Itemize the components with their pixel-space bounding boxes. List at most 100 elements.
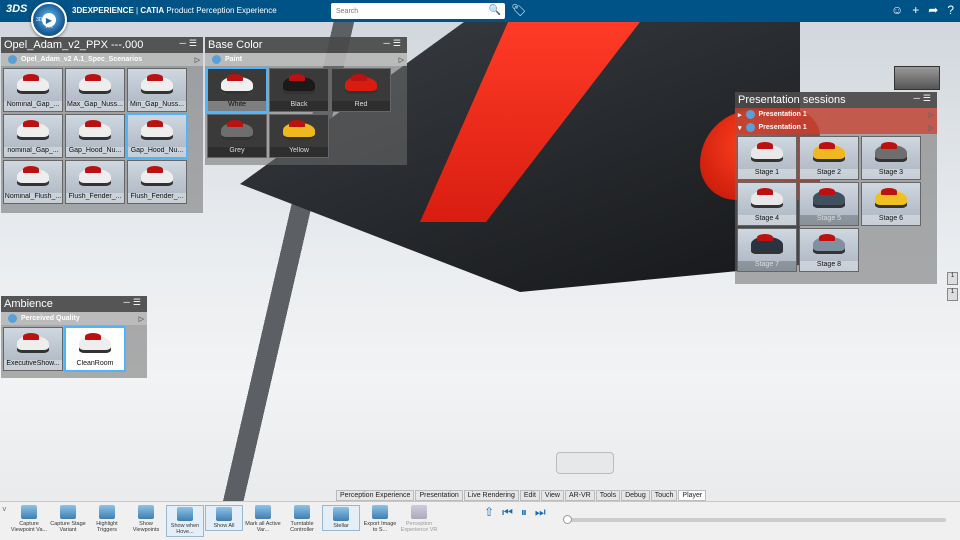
tab-player[interactable]: Player [678, 490, 707, 501]
tag-icon[interactable]: 🏷 [511, 3, 526, 17]
ds-logo-icon[interactable]: 3DS [6, 3, 27, 19]
tab-ar-vr[interactable]: AR-VR [564, 490, 595, 501]
scenario-label: Max_Gap_Nuss... [66, 101, 124, 111]
session-row[interactable]: ▸ Presentation 1 ▷ [735, 108, 937, 121]
expand-arrow-icon[interactable]: ▷ [399, 56, 404, 64]
panel-title: Presentation sessions [738, 94, 846, 106]
view-cube[interactable] [894, 66, 940, 90]
session-row[interactable]: ▾ Presentation 1 ▷ [735, 121, 937, 134]
show-all-button[interactable]: Show All [205, 505, 243, 531]
toolbar-menu-icon[interactable]: ˅ [0, 505, 10, 514]
previous-icon[interactable]: ⏮ [502, 505, 513, 520]
color-thumb[interactable]: Yellow [269, 114, 329, 158]
door-handle [556, 452, 614, 474]
search-icon[interactable]: 🔍 [489, 5, 501, 16]
export-image-button[interactable]: Export Image to S... [361, 505, 399, 533]
base-color-header[interactable]: Base Color ─☰ [205, 37, 407, 53]
stage-thumb[interactable]: Stage 4 [737, 182, 797, 226]
base-color-subheader[interactable]: Paint ▷ [205, 53, 407, 66]
stage-thumb[interactable]: Stage 7 [737, 228, 797, 272]
color-thumb[interactable]: White [207, 68, 267, 112]
side-button[interactable]: 1 [947, 272, 958, 285]
scenario-thumb[interactable]: nominal_Gap_... [3, 114, 63, 158]
panel-controls-icon[interactable]: ─☰ [914, 93, 934, 104]
show-when-hover-button[interactable]: Show when Hove... [166, 505, 204, 537]
ambience-header[interactable]: Ambience ─☰ [1, 296, 147, 312]
tool-label: Capture Viewpoint Va... [10, 521, 48, 533]
upload-icon[interactable]: ⇧ [484, 505, 494, 520]
panel-controls-icon[interactable]: ─☰ [124, 297, 144, 308]
stage-thumb[interactable]: Stage 5 [799, 182, 859, 226]
tab-tools[interactable]: Tools [595, 490, 621, 501]
sessions-header[interactable]: Presentation sessions ─☰ [735, 92, 937, 108]
panel-controls-icon[interactable]: ─☰ [384, 38, 404, 49]
expand-arrow-icon[interactable]: ▾ [738, 124, 742, 132]
product-label: Product Perception Experience [166, 6, 277, 15]
pause-icon[interactable]: ⏸ [521, 505, 527, 520]
stellar-button[interactable]: Stellar [322, 505, 360, 531]
scenario-thumb[interactable]: Nominal_Gap_... [3, 68, 63, 112]
tab-perception-experience[interactable]: Perception Experience [336, 490, 415, 501]
ambience-subheader[interactable]: Perceived Quality ▷ [1, 312, 147, 325]
scenario-label: Gap_Hood_Nu... [66, 147, 124, 157]
vr-icon [411, 505, 427, 519]
mark-variants-button[interactable]: Mark all Active Var... [244, 505, 282, 533]
hand-icon [99, 505, 115, 519]
compass-icon[interactable]: 3D ▶ V.R [31, 2, 67, 38]
tab-touch[interactable]: Touch [650, 490, 678, 501]
scenarios-panel-subheader[interactable]: Opel_Adam_v2 A.1_Spec_Scenarios ▷ [1, 53, 203, 66]
search-placeholder: Search [336, 7, 359, 15]
scenario-thumb[interactable]: Gap_Hood_Nu... [65, 114, 125, 158]
tab-view[interactable]: View [540, 490, 564, 501]
stage-grid: Stage 1 Stage 2 Stage 3 Stage 4 Stage 5 … [735, 134, 937, 274]
stage-thumb[interactable]: Stage 6 [861, 182, 921, 226]
show-viewpoints-button[interactable]: Show Viewpoints [127, 505, 165, 533]
timeline-slider[interactable] [563, 515, 946, 524]
slider-knob[interactable] [563, 515, 572, 524]
expand-arrow-icon[interactable]: ▷ [929, 111, 934, 119]
scenario-label: nominal_Gap_... [4, 147, 62, 157]
side-button[interactable]: 1 [947, 288, 958, 301]
stage-thumb[interactable]: Stage 3 [861, 136, 921, 180]
next-icon[interactable]: ⏭ [535, 505, 546, 520]
capture-stage-button[interactable]: Capture Stage Variant [49, 505, 87, 533]
help-icon[interactable]: ? [947, 3, 954, 17]
tab-live-rendering[interactable]: Live Rendering [463, 490, 519, 501]
ribbon-tabs: Perception Experience Presentation Live … [336, 490, 707, 501]
scenario-thumb[interactable]: Gap_Hood_Nu... [127, 114, 187, 158]
color-thumb[interactable]: Grey [207, 114, 267, 158]
scenario-thumb[interactable]: Flush_Fender_... [127, 160, 187, 204]
search-input[interactable]: Search 🔍 [331, 3, 505, 19]
stage-thumb[interactable]: Stage 1 [737, 136, 797, 180]
tab-debug[interactable]: Debug [621, 490, 650, 501]
stage-thumb[interactable]: Stage 2 [799, 136, 859, 180]
scenario-thumb[interactable]: Max_Gap_Nuss... [65, 68, 125, 112]
scenarios-panel: Opel_Adam_v2_PPX ---.000 ─☰ Opel_Adam_v2… [1, 37, 203, 213]
tab-edit[interactable]: Edit [519, 490, 540, 501]
ambience-thumb[interactable]: ExecutiveShow... [3, 327, 63, 371]
scenario-label: Nominal_Gap_... [4, 101, 62, 111]
perception-vr-button[interactable]: Perception Experience VR [400, 505, 438, 533]
capture-viewpoint-button[interactable]: Capture Viewpoint Va... [10, 505, 48, 533]
collapse-arrow-icon[interactable]: ▸ [738, 111, 742, 119]
ambience-grid: ExecutiveShow... CleanRoom [1, 325, 147, 373]
ambience-thumb[interactable]: CleanRoom [65, 327, 125, 371]
turntable-button[interactable]: Turntable Controller [283, 505, 321, 533]
scenarios-panel-header[interactable]: Opel_Adam_v2_PPX ---.000 ─☰ [1, 37, 203, 53]
stage-thumb[interactable]: Stage 8 [799, 228, 859, 272]
scenario-thumb[interactable]: Nominal_Flush_... [3, 160, 63, 204]
highlight-triggers-button[interactable]: Highlight Triggers [88, 505, 126, 533]
panel-controls-icon[interactable]: ─☰ [180, 38, 200, 49]
color-thumb[interactable]: Red [331, 68, 391, 112]
user-icon[interactable]: ☺ [891, 3, 903, 17]
tab-presentation[interactable]: Presentation [415, 490, 463, 501]
scenario-thumb[interactable]: Min_Gap_Nuss... [127, 68, 187, 112]
expand-arrow-icon[interactable]: ▷ [929, 124, 934, 132]
player-controls: ⇧ ⏮ ⏸ ⏭ [484, 505, 546, 520]
share-icon[interactable]: ➦ [928, 3, 938, 17]
color-thumb[interactable]: Black [269, 68, 329, 112]
scenario-thumb[interactable]: Flush_Fender_... [65, 160, 125, 204]
expand-arrow-icon[interactable]: ▷ [139, 315, 144, 323]
expand-arrow-icon[interactable]: ▷ [195, 56, 200, 64]
plus-icon[interactable]: + [912, 3, 919, 17]
